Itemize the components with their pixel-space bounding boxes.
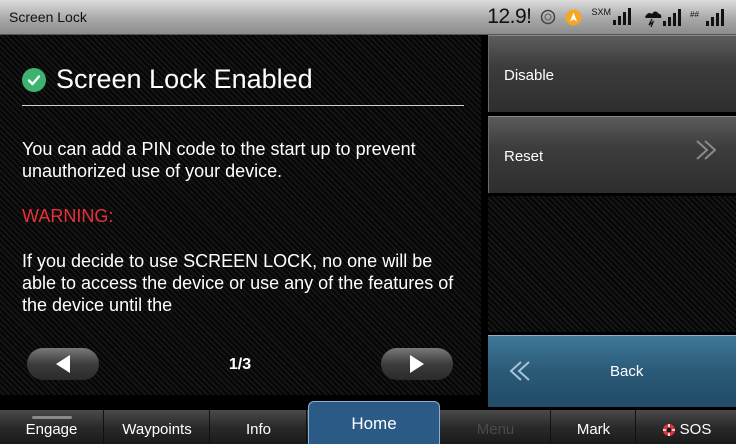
side-panel-background <box>488 196 736 332</box>
double-chevron-left-icon <box>506 360 532 387</box>
double-chevron-right-icon <box>694 139 720 166</box>
back-button[interactable]: Back <box>488 335 736 407</box>
triangle-right-icon <box>410 355 424 373</box>
warning-text: If you decide to use SCREEN LOCK, no one… <box>22 251 454 315</box>
checkmark-icon <box>22 67 46 92</box>
divider <box>22 105 464 106</box>
tab-menu[interactable]: Menu <box>441 410 551 444</box>
alert-badge-icon <box>565 9 582 26</box>
cellular-signal-icon: ## <box>690 7 726 27</box>
tab-engage[interactable]: Engage <box>0 410 104 444</box>
warning-label: WARNING: <box>22 206 114 226</box>
page-heading: Screen Lock Enabled <box>22 64 313 95</box>
sxm-signal-icon: SXM <box>591 7 634 26</box>
lifebuoy-icon <box>662 423 676 437</box>
tab-mark-label: Mark <box>576 421 611 438</box>
window-title: Screen Lock <box>9 9 87 25</box>
content-panel: Screen Lock Enabled You can add a PIN co… <box>0 35 481 395</box>
tab-engage-label: Engage <box>25 421 78 438</box>
weather-signal-icon <box>643 7 681 27</box>
compass-icon <box>540 9 556 25</box>
tab-home[interactable]: Home <box>308 401 440 444</box>
back-label: Back <box>610 363 644 380</box>
status-bar: Screen Lock 12.9! SXM ## <box>0 0 736 35</box>
tab-info-label: Info <box>245 421 272 438</box>
triangle-left-icon <box>56 355 70 373</box>
previous-page-button[interactable] <box>27 348 99 380</box>
clock: 12.9! <box>487 5 532 28</box>
reset-button[interactable]: Reset <box>488 116 736 193</box>
tab-mark[interactable]: Mark <box>552 410 636 444</box>
tab-waypoints[interactable]: Waypoints <box>105 410 210 444</box>
tab-sos-label: SOS <box>679 421 712 438</box>
disable-label: Disable <box>504 67 555 84</box>
svg-text:##: ## <box>690 10 699 19</box>
bottom-nav: Engage Waypoints Info Home Menu Mark SOS <box>0 401 736 444</box>
reset-label: Reset <box>504 148 544 165</box>
tab-waypoints-label: Waypoints <box>122 421 192 438</box>
tab-home-label: Home <box>351 414 397 433</box>
status-icons: 12.9! SXM ## <box>487 3 726 31</box>
tab-sos[interactable]: SOS <box>637 410 736 444</box>
next-page-button[interactable] <box>381 348 453 380</box>
tab-menu-label: Menu <box>476 421 515 438</box>
page-title: Screen Lock Enabled <box>56 64 313 94</box>
page-indicator: 1/3 <box>228 356 252 373</box>
disable-button[interactable]: Disable <box>488 35 736 112</box>
tab-info[interactable]: Info <box>211 410 307 444</box>
drag-handle-icon <box>32 416 72 419</box>
description-text: You can add a PIN code to the start up t… <box>22 139 416 181</box>
